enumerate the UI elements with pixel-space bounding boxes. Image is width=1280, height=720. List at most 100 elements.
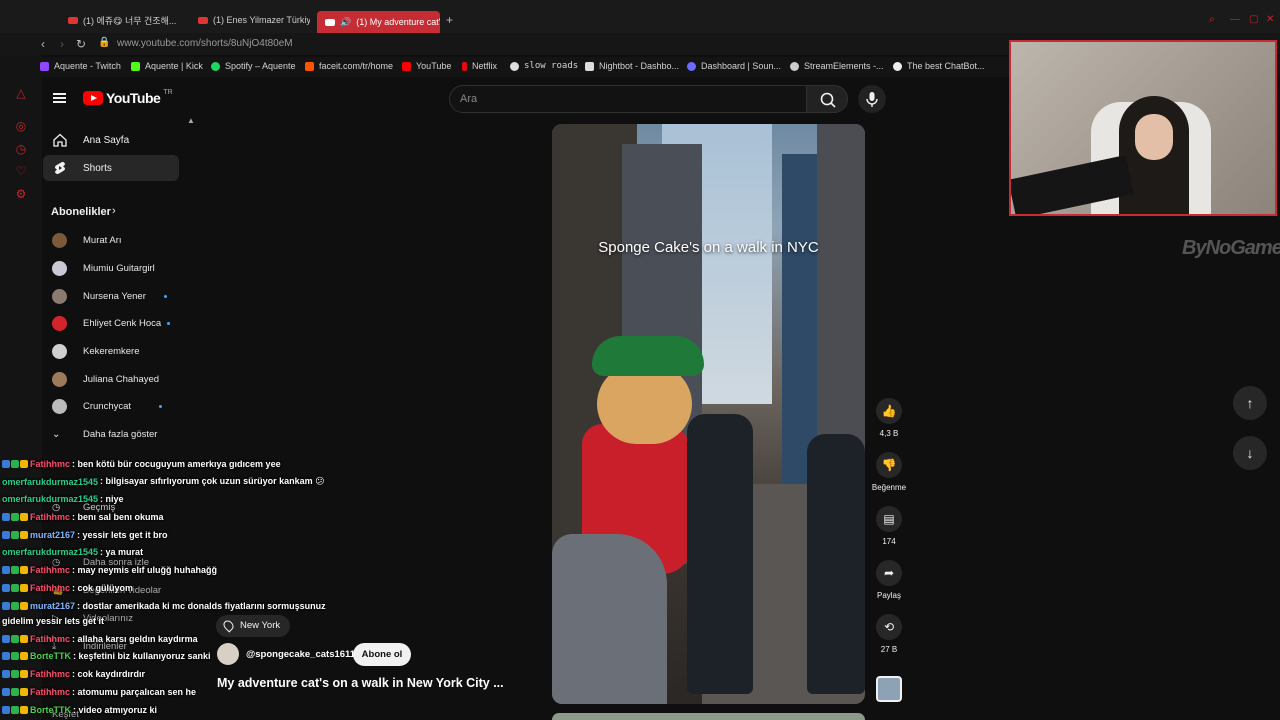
- remix-action[interactable]: ⟲ 27 B: [876, 614, 902, 654]
- chat-badge-icon: [11, 652, 19, 660]
- subscription-item[interactable]: Ehliyet Cenk Hoca: [52, 313, 182, 333]
- heart-icon[interactable]: ♡: [14, 164, 28, 178]
- location-pill[interactable]: New York: [216, 615, 291, 637]
- share-button[interactable]: ➦: [876, 560, 902, 586]
- chat-badge-icon: [11, 602, 19, 610]
- previous-short-button[interactable]: ↑: [1233, 386, 1267, 420]
- tab-1[interactable]: (1) 에쥬😋 너무 건조해...: [60, 9, 180, 31]
- chat-username: murat2167: [30, 601, 76, 611]
- menu-icon[interactable]: [53, 93, 66, 103]
- voice-search-button[interactable]: [858, 85, 886, 113]
- bookmark-label: The best ChatBot...: [907, 61, 985, 71]
- chat-badge-icon: [2, 513, 10, 521]
- clock-icon[interactable]: ◷: [14, 142, 28, 156]
- subscription-item[interactable]: Murat Arı: [52, 230, 182, 250]
- bookmark-label: Aquente | Kick: [145, 61, 203, 71]
- streamer-webcam: [1009, 40, 1277, 216]
- bookmark-netflix[interactable]: Netflix: [462, 61, 497, 71]
- bookmark-chatbot[interactable]: The best ChatBot...: [893, 61, 985, 71]
- remix-button[interactable]: ⟲: [876, 614, 902, 640]
- bookmark-label: Netflix: [472, 61, 498, 71]
- like-button[interactable]: 👍: [876, 398, 902, 424]
- search-button[interactable]: [806, 85, 848, 113]
- comments-button[interactable]: ▤: [876, 506, 902, 532]
- video-title[interactable]: My adventure cat's on a walk in New York…: [217, 676, 504, 690]
- settings-icon[interactable]: ⚙: [14, 187, 28, 201]
- bookmark-youtube[interactable]: YouTube: [402, 61, 451, 71]
- tab-label: (1) My adventure cat's: [356, 17, 440, 27]
- show-more-button[interactable]: ⌄ Daha fazla göster: [52, 424, 182, 444]
- nightbot-icon: [585, 61, 594, 71]
- youtube-icon: [198, 16, 208, 24]
- youtube-play-icon: [83, 91, 103, 105]
- logo-text: YouTube: [106, 90, 161, 106]
- comments-action[interactable]: ▤ 174: [876, 506, 902, 546]
- subscription-item[interactable]: Nursena Yener: [52, 286, 182, 306]
- subscribe-button[interactable]: Abone ol: [353, 643, 411, 666]
- shorts-video-player[interactable]: Sponge Cake's on a walk in NYC: [552, 124, 865, 704]
- dislike-button[interactable]: 👎: [876, 452, 902, 478]
- chat-badge-icon: [11, 688, 19, 696]
- workspace-icon[interactable]: △: [14, 86, 28, 100]
- new-tab-button[interactable]: +: [446, 13, 453, 27]
- subscription-name: Crunchycat: [83, 400, 132, 412]
- thumbs-up-icon: 👍: [881, 404, 897, 418]
- bookmark-label: slow roads: [524, 61, 579, 71]
- subscriptions-heading[interactable]: Abonelikler: [51, 206, 111, 218]
- subscription-item[interactable]: Miumiu Guitargirl: [52, 258, 182, 278]
- search-tabs-icon[interactable]: ⌕: [1209, 14, 1215, 25]
- reload-icon[interactable]: ↻: [76, 37, 86, 51]
- chevron-right-icon[interactable]: ›: [112, 205, 116, 217]
- minimize-icon[interactable]: —: [1230, 14, 1240, 25]
- chat-message: Fatihhmc: may neymis elıf uluğğ huhahağğ: [2, 565, 217, 575]
- chat-message: BorteTTK: keşfetini biz kullanıyoruz san…: [2, 651, 211, 661]
- history-icon[interactable]: ◎: [14, 119, 28, 133]
- chat-message: gidelim yessir lets get it: [2, 616, 106, 626]
- sidebar-item-home[interactable]: Ana Sayfa: [43, 127, 179, 153]
- back-icon[interactable]: ‹: [41, 37, 45, 51]
- channel-handle[interactable]: @spongecake_cats1611: [246, 649, 355, 660]
- bookmark-nightbot[interactable]: Nightbot - Dashbo...: [585, 61, 679, 71]
- chat-username: Fatihhmc: [30, 565, 71, 575]
- bookmark-label: YouTube: [416, 61, 452, 71]
- like-action[interactable]: 👍 4,3 B: [876, 398, 902, 438]
- avatar: [52, 371, 67, 387]
- bookmark-aquente-twitch[interactable]: Aquente - Twitch: [40, 61, 121, 71]
- next-short-preview: [552, 713, 865, 720]
- sidebar-scroll-up-icon[interactable]: ▲: [187, 116, 195, 125]
- close-icon[interactable]: ✕: [1266, 14, 1274, 25]
- bookmark-faceit[interactable]: faceit.com/tr/home: [305, 61, 393, 71]
- dislike-action[interactable]: 👎 Beğenme: [872, 452, 906, 492]
- forward-icon[interactable]: ›: [60, 37, 64, 51]
- subscription-item[interactable]: Kekeremkere: [52, 341, 182, 361]
- maximize-icon[interactable]: ▢: [1249, 14, 1258, 25]
- url-field[interactable]: www.youtube.com/shorts/8uNjO4t80eM: [117, 38, 293, 49]
- chat-username: Fatihhmc: [30, 459, 71, 469]
- chat-badge-icon: [2, 670, 10, 678]
- avatar: [52, 315, 67, 331]
- tab-3-active[interactable]: 🔊 (1) My adventure cat's: [317, 11, 440, 33]
- chat-message: Fatihhmc: cok kaydırdırdır: [2, 669, 145, 679]
- next-short-button[interactable]: ↓: [1233, 436, 1267, 470]
- chat-badge-icon: [20, 670, 28, 678]
- subscription-item[interactable]: Juliana Chahayed: [52, 369, 182, 389]
- video-overlay-text: Sponge Cake's on a walk in NYC: [598, 239, 819, 256]
- share-action[interactable]: ➦ Paylaş: [876, 560, 902, 600]
- audio-thumbnail[interactable]: [876, 676, 902, 702]
- bookmark-aquente-kick[interactable]: Aquente | Kick: [131, 61, 203, 71]
- bookmark-slow-roads[interactable]: slow roads: [510, 61, 578, 71]
- search-input[interactable]: Ara: [449, 85, 807, 113]
- brand-watermark: ByNoGame: [1182, 237, 1280, 259]
- sidebar-item-shorts[interactable]: Shorts: [43, 155, 179, 181]
- bookmark-dashboard[interactable]: Dashboard | Soun...: [687, 61, 781, 71]
- slow-roads-icon: [510, 61, 519, 71]
- channel-avatar[interactable]: [217, 643, 239, 665]
- chat-message: omerfarukdurmaz1545: bilgisayar sıfırlıy…: [2, 476, 325, 487]
- bookmark-streamelements[interactable]: StreamElements -...: [790, 61, 884, 71]
- tab-2[interactable]: (1) Enes Yilmazer Türkiye: [190, 9, 310, 31]
- twitch-icon: [40, 61, 49, 71]
- subscription-item[interactable]: Crunchycat: [52, 396, 182, 416]
- bookmark-spotify[interactable]: Spotify – Aquente: [211, 61, 296, 71]
- chat-text: : dostlar amerikada ki mc donalds fiyatl…: [77, 601, 326, 611]
- youtube-logo[interactable]: YouTube TR: [83, 89, 173, 106]
